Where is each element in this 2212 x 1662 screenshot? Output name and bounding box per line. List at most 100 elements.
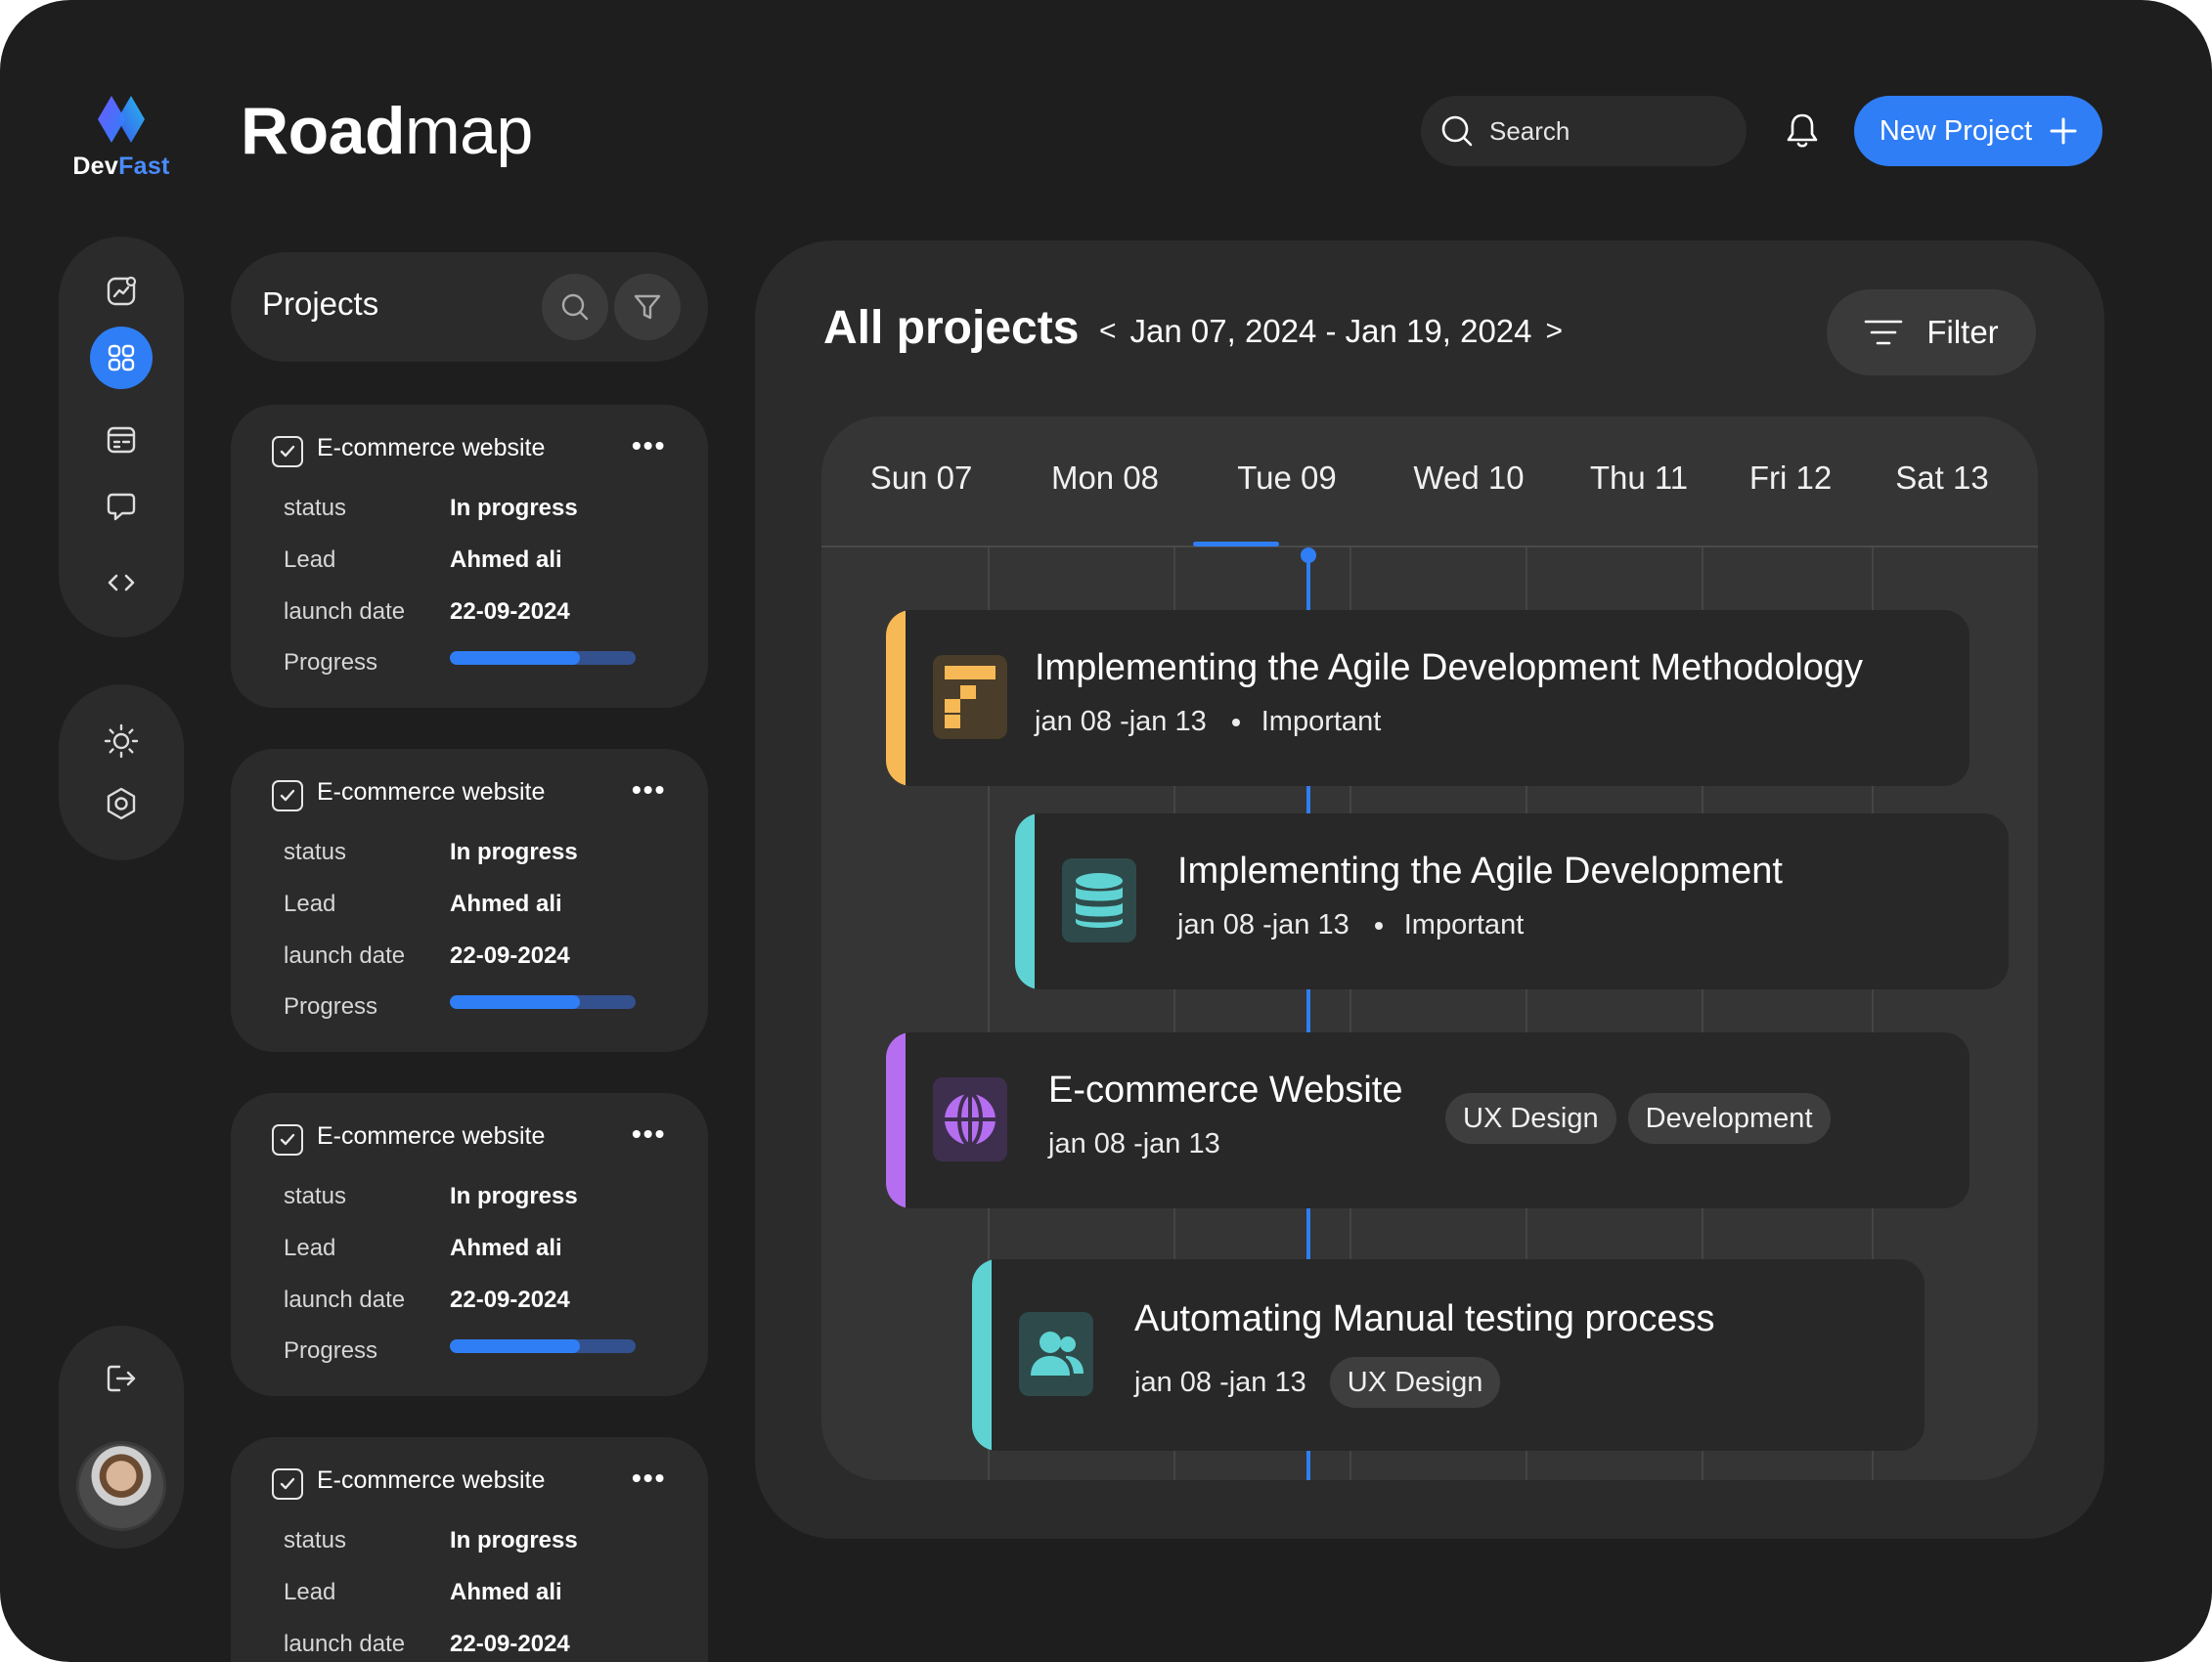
day-label[interactable]: Thu 11 bbox=[1590, 459, 1688, 497]
projects-title: Projects bbox=[262, 285, 379, 322]
progress-bar bbox=[450, 1339, 636, 1353]
next-range-button[interactable]: > bbox=[1546, 315, 1564, 348]
card-title: E-commerce website bbox=[317, 1466, 546, 1494]
bullet bbox=[1231, 718, 1240, 726]
avatar[interactable] bbox=[76, 1441, 166, 1531]
days-divider bbox=[821, 546, 2038, 547]
day-label[interactable]: Fri 12 bbox=[1749, 459, 1832, 497]
progress-fill bbox=[450, 1339, 580, 1353]
lead-value: Ahmed ali bbox=[450, 891, 562, 917]
task-card[interactable]: E-commerce Website jan 08 -jan 13 UX Des… bbox=[886, 1032, 1969, 1208]
checkbox-icon[interactable] bbox=[272, 436, 303, 467]
new-project-button[interactable]: New Project bbox=[1854, 96, 2102, 166]
tag-ux-design[interactable]: UX Design bbox=[1329, 1357, 1501, 1408]
task-dates: jan 08 -jan 13 bbox=[1035, 706, 1207, 737]
progress-bar bbox=[450, 995, 636, 1009]
launch-date-value: 22-09-2024 bbox=[450, 1631, 570, 1657]
checkbox-icon[interactable] bbox=[272, 1468, 303, 1500]
checkbox-icon[interactable] bbox=[272, 780, 303, 811]
progress-label: Progress bbox=[284, 993, 378, 1020]
task-card[interactable]: Implementing the Agile Development Metho… bbox=[886, 610, 1969, 786]
tag-ux-design[interactable]: UX Design bbox=[1445, 1093, 1616, 1144]
launch-date-label: launch date bbox=[284, 598, 406, 625]
status-value: In progress bbox=[450, 495, 578, 521]
database-icon bbox=[1062, 858, 1136, 942]
more-icon[interactable]: ••• bbox=[632, 1118, 666, 1150]
chat-icon[interactable] bbox=[90, 475, 153, 538]
lead-value: Ahmed ali bbox=[450, 1579, 562, 1605]
prev-range-button[interactable]: < bbox=[1099, 315, 1117, 348]
launch-date-label: launch date bbox=[284, 1631, 406, 1657]
task-title: E-commerce Website bbox=[1048, 1070, 1403, 1111]
more-icon[interactable]: ••• bbox=[632, 430, 666, 461]
devfast-logo-icon bbox=[98, 96, 145, 143]
search-icon bbox=[561, 293, 589, 321]
day-label[interactable]: Tue 09 bbox=[1237, 459, 1337, 497]
day-label[interactable]: Sun 07 bbox=[870, 459, 973, 497]
plus-icon bbox=[2050, 117, 2077, 145]
grid-icon[interactable] bbox=[90, 327, 153, 389]
card-title: E-commerce website bbox=[317, 434, 546, 461]
lead-label: Lead bbox=[284, 547, 336, 573]
filter-projects-button[interactable] bbox=[614, 274, 681, 340]
tag-development[interactable]: Development bbox=[1627, 1093, 1831, 1144]
task-accent bbox=[1015, 813, 1035, 989]
brand-name: DevFast bbox=[72, 153, 170, 180]
filter-lines-icon bbox=[1865, 320, 1903, 345]
card-title: E-commerce website bbox=[317, 1122, 546, 1150]
launch-date-value: 22-09-2024 bbox=[450, 598, 570, 625]
task-meta: jan 08 -jan 13 bbox=[1048, 1128, 1220, 1160]
task-dates: jan 08 -jan 13 bbox=[1048, 1128, 1220, 1159]
progress-label: Progress bbox=[284, 649, 378, 676]
day-label[interactable]: Sat 13 bbox=[1895, 459, 1988, 497]
lead-label: Lead bbox=[284, 891, 336, 917]
more-icon[interactable]: ••• bbox=[632, 1463, 666, 1494]
date-range-label: Jan 07, 2024 - Jan 19, 2024 bbox=[1129, 313, 1532, 349]
checkbox-icon[interactable] bbox=[272, 1124, 303, 1156]
task-meta: jan 08 -jan 13 Important bbox=[1035, 706, 1381, 738]
sun-icon[interactable] bbox=[90, 710, 153, 772]
search-input[interactable] bbox=[1489, 115, 1714, 147]
more-icon[interactable]: ••• bbox=[632, 774, 666, 806]
task-title: Implementing the Agile Development bbox=[1177, 851, 1783, 892]
lead-value: Ahmed ali bbox=[450, 547, 562, 573]
launch-date-value: 22-09-2024 bbox=[450, 942, 570, 969]
task-dates: jan 08 -jan 13 bbox=[1177, 909, 1349, 940]
funnel-icon bbox=[634, 294, 661, 320]
new-project-label: New Project bbox=[1879, 114, 2033, 147]
task-accent bbox=[886, 1032, 906, 1208]
task-meta: jan 08 -jan 13 Important bbox=[1177, 909, 1524, 941]
timeline: Sun 07 Mon 08 Tue 09 Wed 10 Thu 11 Fri 1… bbox=[821, 416, 2038, 1480]
date-range: < Jan 07, 2024 - Jan 19, 2024 > bbox=[1099, 313, 1563, 350]
layout-icon[interactable] bbox=[90, 409, 153, 471]
task-card[interactable]: Implementing the Agile Development jan 0… bbox=[1015, 813, 2009, 989]
roadmap-panel: All projects < Jan 07, 2024 - Jan 19, 20… bbox=[755, 241, 2104, 1539]
project-card[interactable]: E-commerce website ••• status In progres… bbox=[231, 405, 708, 708]
launch-date-value: 22-09-2024 bbox=[450, 1287, 570, 1313]
analytics-icon[interactable] bbox=[90, 260, 153, 323]
app-window: DevFast Roadmap New Project bbox=[0, 0, 2212, 1662]
code-icon[interactable] bbox=[90, 551, 153, 614]
logout-icon[interactable] bbox=[90, 1347, 153, 1410]
task-accent bbox=[972, 1259, 992, 1451]
search-projects-button[interactable] bbox=[542, 274, 608, 340]
project-card[interactable]: E-commerce website ••• status In progres… bbox=[231, 1437, 708, 1662]
selected-day-indicator bbox=[1193, 542, 1279, 547]
project-card[interactable]: E-commerce website ••• status In progres… bbox=[231, 749, 708, 1052]
filter-label: Filter bbox=[1926, 314, 1999, 350]
task-title: Implementing the Agile Development Metho… bbox=[1035, 647, 1864, 688]
day-label[interactable]: Mon 08 bbox=[1051, 459, 1159, 497]
search-box[interactable] bbox=[1421, 96, 1747, 166]
settings-icon[interactable] bbox=[90, 772, 153, 835]
day-label[interactable]: Wed 10 bbox=[1413, 459, 1524, 497]
filter-button[interactable]: Filter bbox=[1827, 289, 2036, 375]
account-rail bbox=[59, 1326, 184, 1549]
bell-icon[interactable] bbox=[1782, 109, 1823, 153]
progress-bar bbox=[450, 651, 636, 665]
status-label: status bbox=[284, 1527, 347, 1553]
task-card[interactable]: Automating Manual testing process jan 08… bbox=[972, 1259, 1924, 1451]
project-card[interactable]: E-commerce website ••• status In progres… bbox=[231, 1093, 708, 1396]
brand-logo[interactable]: DevFast bbox=[59, 90, 184, 181]
panel-title: All projects bbox=[823, 302, 1080, 354]
projects-header: Projects bbox=[231, 252, 708, 362]
